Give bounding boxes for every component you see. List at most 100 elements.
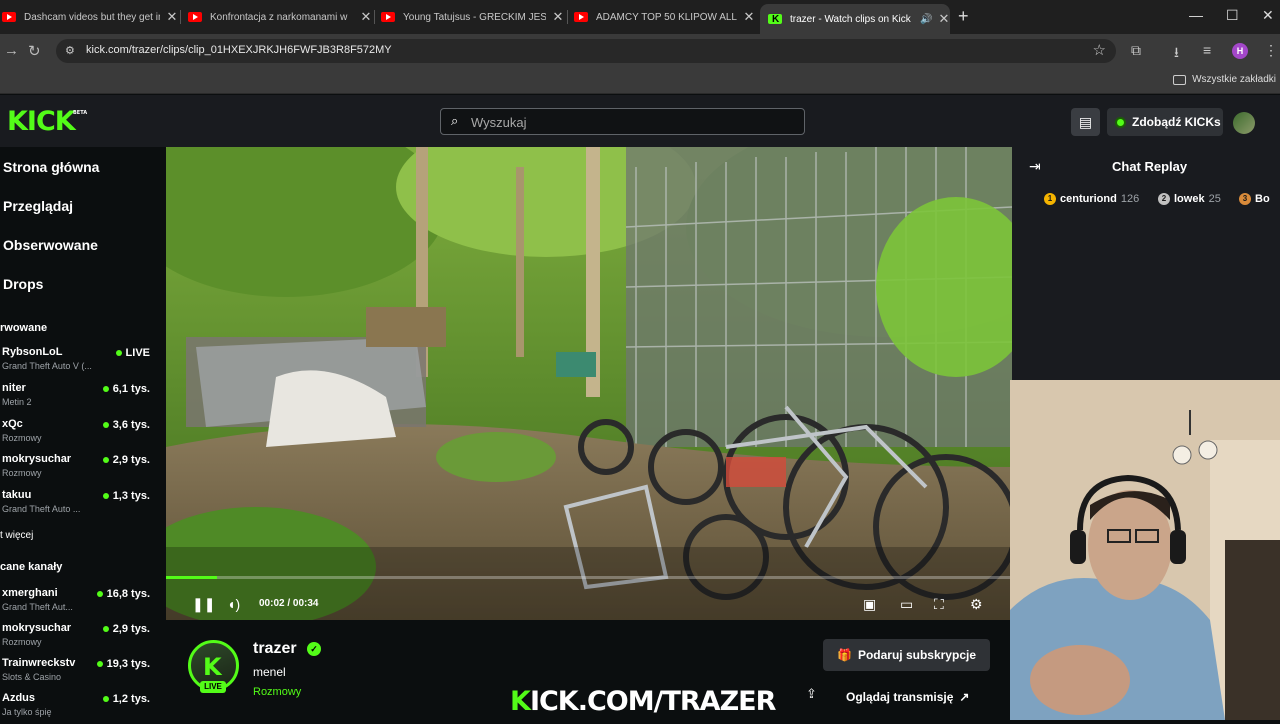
pause-icon[interactable]: ❚❚	[192, 596, 215, 613]
browser-tab[interactable]: Dashcam videos but they get in ✕	[0, 4, 178, 30]
nav-drops[interactable]: Drops	[3, 276, 43, 292]
tab-separator	[567, 10, 568, 24]
webcam-frame	[1010, 380, 1280, 720]
collapse-chat-icon[interactable]: ⇥	[1029, 158, 1041, 175]
new-tab-icon[interactable]: +	[958, 6, 969, 27]
kicks-coin-icon	[1115, 116, 1126, 128]
live-dot-icon	[102, 422, 109, 428]
clip-title: menel	[253, 665, 286, 679]
speaker-icon[interactable]: 🔊	[920, 14, 932, 25]
media-control-icon[interactable]: ≡	[1203, 42, 1211, 58]
layout-toggle-button[interactable]: ▤	[1071, 108, 1100, 136]
menu-icon[interactable]: ⋮	[1264, 42, 1278, 59]
followed-channel[interactable]: xQc Rozmowy 3,6 tys.	[2, 418, 162, 450]
kick-header: KICK BETA ⌕ Wyszukaj ▤ Zdobądź KICKs	[0, 95, 1280, 147]
recommended-channel[interactable]: Azdus Ja tylko śpię 1,2 tys.	[2, 692, 162, 724]
settings-icon[interactable]: ⚙	[970, 596, 983, 613]
show-more-link[interactable]: t więcej	[0, 530, 33, 541]
watch-stream-button[interactable]: Oglądaj transmisję ↗	[837, 683, 990, 711]
close-tab-icon[interactable]: ✕	[552, 9, 564, 25]
volume-icon[interactable]: ◖)	[227, 596, 240, 612]
leaderboard-entry[interactable]: 1 centuriond 126	[1044, 193, 1139, 205]
leaderboard-entry[interactable]: 3 Bo	[1239, 193, 1270, 205]
live-dot-icon	[102, 626, 109, 632]
search-input[interactable]: ⌕ Wyszukaj	[440, 108, 805, 135]
followed-channel[interactable]: takuu Grand Theft Auto ... 1,3 tys.	[2, 489, 162, 521]
youtube-icon	[188, 12, 202, 22]
live-dot-icon	[96, 661, 103, 667]
followed-channel[interactable]: RybsonLoL Grand Theft Auto V (... LIVE	[2, 346, 162, 378]
rank-medal-icon: 1	[1044, 193, 1056, 205]
browser-tab[interactable]: Young Tatujsus - GRECKIM JEST ✕	[381, 4, 564, 30]
folder-icon	[1173, 74, 1187, 85]
leaderboard-entry[interactable]: 2 lowek 25	[1158, 193, 1221, 205]
gift-subscription-button[interactable]: 🎁 Podaruj subskrypcje	[823, 639, 990, 671]
live-dot-icon	[96, 591, 103, 597]
close-tab-icon[interactable]: ✕	[938, 11, 950, 27]
browser-tab[interactable]: ADAMCY TOP 50 KLIPÓW ALL T ✕	[574, 4, 755, 30]
url-text[interactable]: kick.com/trazer/clips/clip_01HXEXJRKJH6F…	[86, 44, 392, 56]
followed-channel[interactable]: niter Metin 2 6,1 tys.	[2, 382, 162, 414]
sidebar: Strona główna Przeglądaj Obserwowane Dro…	[0, 147, 165, 720]
external-link-icon: ↗	[959, 690, 970, 704]
close-tab-icon[interactable]: ✕	[166, 9, 178, 25]
recommended-section-title: cane kanały	[0, 561, 63, 573]
followed-channel[interactable]: mokrysuchar Rozmowy 2,9 tys.	[2, 453, 162, 485]
video-frame	[166, 147, 1012, 620]
close-tab-icon[interactable]: ✕	[360, 9, 372, 25]
live-dot-icon	[102, 696, 109, 702]
search-icon: ⌕	[451, 113, 459, 128]
live-dot-icon	[102, 386, 109, 392]
kick-icon: K	[203, 653, 222, 681]
bookmark-star-icon[interactable]: ☆	[1093, 41, 1106, 59]
live-dot-icon	[102, 457, 109, 463]
pip-icon[interactable]: ▣	[863, 596, 876, 613]
close-tab-icon[interactable]: ✕	[743, 9, 755, 25]
nav-following[interactable]: Obserwowane	[3, 237, 98, 253]
share-icon[interactable]: ⇪	[806, 686, 817, 702]
site-info-icon[interactable]: ⚙	[65, 44, 75, 57]
recommended-channel[interactable]: Trainwreckstv Slots & Casino 19,3 tys.	[2, 657, 162, 689]
theater-mode-icon[interactable]: ▭	[900, 596, 913, 613]
browser-tab-bar: Dashcam videos but they get in ✕ Konfron…	[0, 0, 1280, 34]
download-icon[interactable]: ⭳	[1174, 42, 1179, 66]
video-progress-fill	[166, 576, 217, 579]
channel-name[interactable]: trazer	[253, 640, 297, 658]
live-badge: LIVE	[200, 681, 226, 693]
browser-tab-active[interactable]: K trazer - Watch clips on Kick 🔊 ✕	[760, 4, 950, 34]
followed-section-title: rwowane	[0, 322, 48, 334]
minimize-icon[interactable]: —	[1189, 7, 1203, 23]
gift-icon: 🎁	[837, 648, 852, 662]
extensions-icon[interactable]: ⧉	[1131, 42, 1141, 59]
maximize-icon[interactable]: ☐	[1226, 7, 1239, 24]
video-progress-bar[interactable]	[166, 576, 1012, 579]
browser-toolbar: → ↻ ⚙ kick.com/trazer/clips/clip_01HXEXJ…	[0, 34, 1280, 68]
rank-medal-icon: 2	[1158, 193, 1170, 205]
reload-icon[interactable]: ↻	[28, 42, 41, 60]
address-bar[interactable]: ⚙ kick.com/trazer/clips/clip_01HXEXJRKJH…	[56, 39, 1116, 63]
youtube-icon	[381, 12, 395, 22]
bookmarks-bar: Wszystkie zakładki	[0, 68, 1280, 94]
kick-logo[interactable]: KICK BETA	[7, 106, 87, 137]
all-bookmarks-folder[interactable]: Wszystkie zakładki	[1173, 74, 1276, 85]
nav-browse[interactable]: Przeglądaj	[3, 198, 73, 214]
fullscreen-icon[interactable]: ⛶	[934, 596, 944, 613]
browser-tab[interactable]: Konfrontacja z narkomanami w ✕	[188, 4, 372, 30]
get-kicks-button[interactable]: Zdobądź KICKs	[1107, 108, 1223, 136]
user-avatar[interactable]	[1233, 112, 1255, 134]
recommended-channel[interactable]: mokrysuchar Rozmowy 2,9 tys.	[2, 622, 162, 654]
tab-separator	[374, 10, 375, 24]
forward-icon[interactable]: →	[4, 42, 19, 59]
close-window-icon[interactable]: ✕	[1262, 7, 1274, 24]
profile-avatar[interactable]: H	[1232, 43, 1248, 59]
recommended-channel[interactable]: xmerghani Grand Theft Aut... 16,8 tys.	[2, 587, 162, 619]
video-player[interactable]: ❚❚ ◖) 00:02 / 00:34 ▣ ▭ ⛶ ⚙	[166, 147, 1012, 620]
tab-separator	[180, 10, 181, 24]
nav-home[interactable]: Strona główna	[3, 159, 99, 175]
live-dot-icon	[115, 350, 122, 356]
live-dot-icon	[102, 493, 109, 499]
chat-title: Chat Replay	[1112, 159, 1188, 174]
clip-category-link[interactable]: Rozmowy	[253, 686, 301, 698]
youtube-icon	[574, 12, 588, 22]
webcam-overlay	[1010, 380, 1280, 720]
